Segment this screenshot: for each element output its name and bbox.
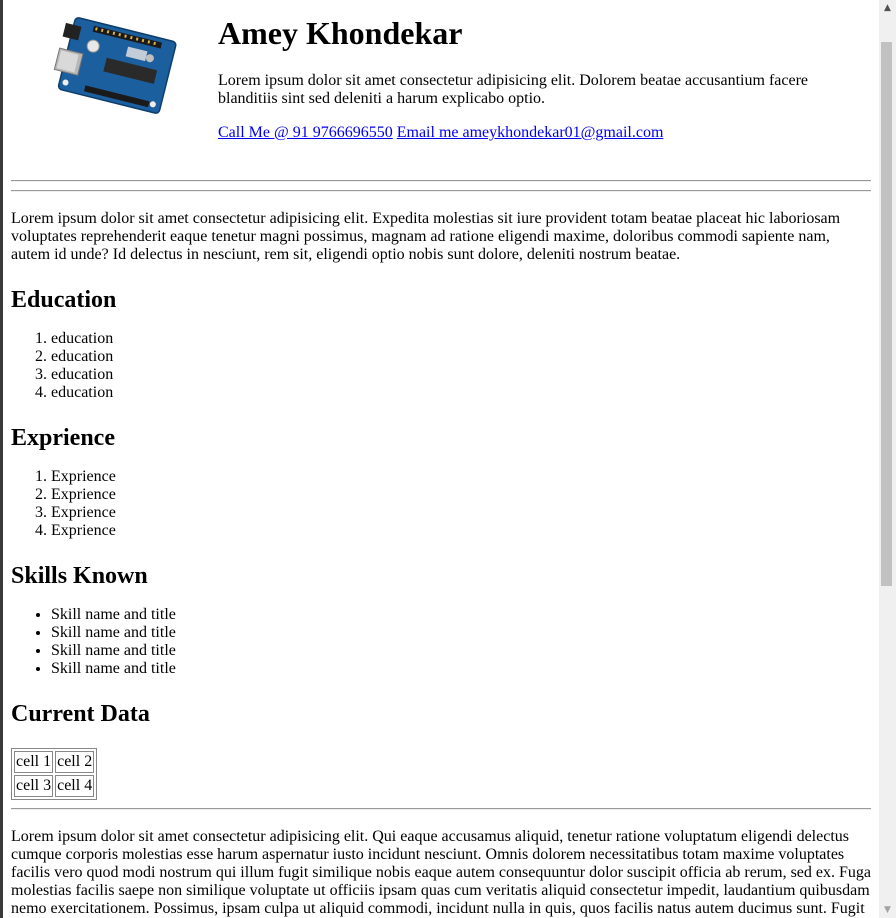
education-list: education education education education <box>11 330 871 402</box>
arrow-up-icon[interactable]: ▲ <box>879 0 896 16</box>
list-item: education <box>51 366 871 384</box>
list-item: Exprience <box>51 504 871 522</box>
header-text: Amey Khondekar Lorem ipsum dolor sit ame… <box>218 16 871 142</box>
table-cell: cell 1 <box>14 751 54 773</box>
list-item: Skill name and title <box>51 624 871 642</box>
list-item: Skill name and title <box>51 606 871 624</box>
divider <box>11 180 871 182</box>
list-item: education <box>51 348 871 366</box>
data-table: cell 1 cell 2 cell 3 cell 4 <box>11 748 98 800</box>
arduino-board-icon <box>53 17 177 114</box>
list-item: Exprience <box>51 468 871 486</box>
table-row: cell 1 cell 2 <box>14 751 95 773</box>
header: Amey Khondekar Lorem ipsum dolor sit ame… <box>11 0 871 172</box>
current-data-heading: Current Data <box>11 701 150 727</box>
list-item: education <box>51 384 871 402</box>
intro-text: Lorem ipsum dolor sit amet consectetur a… <box>218 72 809 107</box>
skills-heading: Skills Known <box>11 563 148 589</box>
divider <box>11 190 871 192</box>
about-paragraph: Lorem ipsum dolor sit amet consectetur a… <box>11 210 841 263</box>
list-item: Skill name and title <box>51 660 871 678</box>
list-item: Skill name and title <box>51 642 871 660</box>
resume-page: Amey Khondekar Lorem ipsum dolor sit ame… <box>3 0 879 918</box>
email-link[interactable]: Email me ameykhondekar01@gmail.com <box>397 124 664 141</box>
education-heading: Education <box>11 287 117 313</box>
experience-list: Exprience Exprience Exprience Exprience <box>11 468 871 540</box>
skills-list: Skill name and title Skill name and titl… <box>11 606 871 678</box>
table-row: cell 3 cell 4 <box>14 775 95 797</box>
list-item: Exprience <box>51 522 871 540</box>
table-cell: cell 2 <box>55 751 95 773</box>
list-item: education <box>51 330 871 348</box>
scrollbar-thumb[interactable] <box>881 42 892 586</box>
experience-heading: Exprience <box>11 425 115 451</box>
list-item: Exprience <box>51 486 871 504</box>
vertical-scrollbar[interactable]: ▲ ▼ <box>879 0 896 918</box>
table-cell: cell 3 <box>14 775 54 797</box>
page-title: Amey Khondekar <box>218 15 463 51</box>
page-viewport: Amey Khondekar Lorem ipsum dolor sit ame… <box>3 0 879 918</box>
footer-paragraph: Lorem ipsum dolor sit amet consectetur a… <box>11 828 871 917</box>
call-link[interactable]: Call Me @ 91 9766696550 <box>218 124 393 141</box>
arrow-down-icon[interactable]: ▼ <box>879 902 896 918</box>
divider <box>11 808 871 810</box>
table-cell: cell 4 <box>55 775 95 797</box>
contact-links: Call Me @ 91 9766696550 Email me ameykho… <box>218 124 871 142</box>
